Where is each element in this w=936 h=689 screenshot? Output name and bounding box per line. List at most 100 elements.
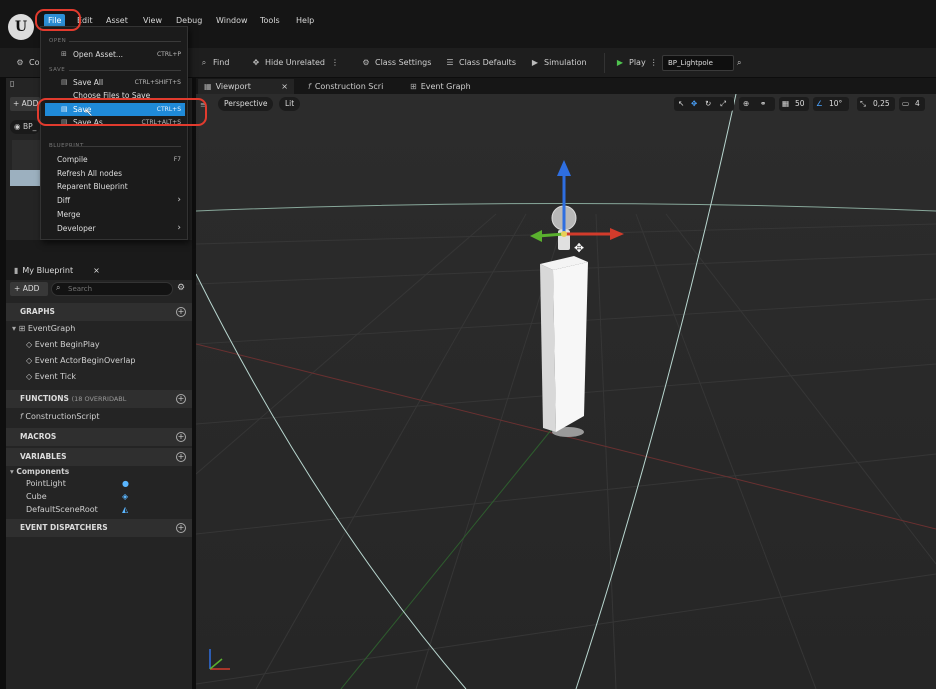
hide-unrelated-button[interactable]: ✥ Hide Unrelated ⋮ (250, 55, 339, 71)
components-search[interactable]: ◉ BP_ (10, 120, 40, 134)
menu-tools[interactable]: Tools (256, 14, 284, 28)
highlight-ring-save (37, 98, 207, 126)
play-icon: ▶ (616, 58, 624, 67)
more-options-icon[interactable]: ⋮ (331, 58, 339, 67)
settings-gear-icon[interactable]: ⚙ (177, 283, 185, 293)
compile-label: Compile (57, 155, 88, 164)
open-section-header: OPEN (49, 38, 183, 44)
merge-label: Merge (57, 210, 81, 219)
tab-viewport[interactable]: ▦ Viewport × (198, 79, 294, 94)
grid-snap-value: 50 (795, 99, 805, 108)
variables-section-header[interactable]: VARIABLES + (6, 448, 192, 466)
play-button[interactable]: ▶ Play ⋮ (614, 55, 658, 71)
var-cube[interactable]: Cube ◈ (26, 490, 136, 504)
play-options-icon[interactable]: ⋮ (650, 58, 658, 67)
add-function-plus-icon[interactable]: + (176, 394, 186, 404)
functions-header-label: FUNCTIONS (20, 394, 69, 403)
gear-icon: ⚙ (362, 58, 370, 67)
menu-item-refresh-nodes[interactable]: Refresh All nodes (45, 167, 185, 180)
my-blueprint-add-button[interactable]: + ADD (10, 282, 48, 296)
move-icon[interactable]: ✥ (691, 98, 697, 110)
book-icon: ▮ (14, 266, 19, 275)
find-button[interactable]: ⌕ Find (198, 55, 230, 71)
var-defaultsceneroot[interactable]: DefaultSceneRoot ◭ (26, 503, 136, 517)
menu-window[interactable]: Window (212, 14, 252, 28)
macros-section-header[interactable]: MACROS + (6, 428, 192, 446)
class-defaults-button[interactable]: ☰ Class Defaults (444, 55, 516, 71)
chevron-down-icon: ▾ (10, 467, 14, 476)
tab-event-graph[interactable]: ⊞ Event Graph (404, 79, 490, 94)
world-local-icon[interactable]: ⊕ (743, 98, 749, 110)
tree-event-graph[interactable]: ▾ ⊞ EventGraph (12, 322, 75, 336)
add-variable-plus-icon[interactable]: + (176, 452, 186, 462)
menu-item-open-asset[interactable]: ⊞ Open Asset... CTRL+P (45, 48, 185, 61)
tree-event-beginplay[interactable]: ◇ Event BeginPlay (26, 338, 100, 352)
components-tab-icon: ▯ (10, 79, 15, 88)
menu-item-merge[interactable]: Merge (45, 208, 185, 221)
simulation-label: Simulation (544, 58, 587, 67)
scale-icon[interactable]: ⤢ (720, 98, 726, 110)
lit-dropdown[interactable]: Lit (279, 97, 301, 111)
unreal-logo-icon[interactable]: U (8, 14, 34, 40)
tree-construction-script[interactable]: f ConstructionScript (20, 410, 100, 424)
rotation-snap-value: 10° (829, 99, 843, 108)
save-section-header: SAVE (49, 67, 184, 73)
cube-icon: ◈ (122, 492, 129, 501)
chevron-right-icon: › (177, 195, 181, 205)
select-cursor-icon[interactable]: ↖ (678, 98, 684, 110)
variables-header-label: VARIABLES (20, 452, 67, 461)
add-graph-plus-icon[interactable]: + (176, 307, 186, 317)
compile-button[interactable]: ⚙ Co (14, 55, 39, 71)
tree-event-actorbeginoverlap[interactable]: ◇ Event ActorBeginOverlap (26, 354, 135, 368)
graphs-section-header[interactable]: GRAPHS + (6, 303, 192, 321)
simulation-button[interactable]: ▶ Simulation (529, 55, 587, 71)
class-settings-label: Class Settings (375, 58, 432, 67)
find-label: Find (213, 58, 230, 67)
add-macro-plus-icon[interactable]: + (176, 432, 186, 442)
save-all-shortcut: CTRL+SHIFT+S (134, 79, 181, 86)
construction-script-label: ConstructionScript (25, 412, 100, 421)
blueprint-debug-select[interactable]: BP_Lightpole (662, 55, 734, 71)
browse-search-icon[interactable]: ⌕ (737, 55, 741, 71)
menu-item-reparent[interactable]: Reparent Blueprint (45, 180, 185, 193)
menu-item-save-all[interactable]: ▤ Save All CTRL+SHIFT+S (45, 76, 185, 89)
components-add-button[interactable]: + ADD (10, 97, 40, 111)
play-label: Play (629, 58, 646, 67)
event-beginplay-label: Event BeginPlay (34, 340, 100, 349)
refresh-nodes-label: Refresh All nodes (57, 169, 123, 178)
hide-unrelated-icon: ✥ (252, 58, 260, 67)
component-tree-selected-row[interactable] (10, 170, 40, 186)
tree-event-tick[interactable]: ◇ Event Tick (26, 370, 76, 384)
menu-item-developer[interactable]: Developer › (45, 222, 185, 235)
menu-item-diff[interactable]: Diff › (45, 194, 185, 207)
dispatchers-section-header[interactable]: EVENT DISPATCHERS + (6, 519, 192, 537)
functions-section-header[interactable]: FUNCTIONS (18 OVERRIDABL + (6, 390, 192, 408)
find-icon: ⌕ (201, 58, 207, 67)
add-dispatcher-plus-icon[interactable]: + (176, 523, 186, 533)
tab-construction-script[interactable]: f Construction Scri (302, 79, 398, 94)
tab-event-graph-label: Event Graph (420, 82, 471, 91)
reparent-label: Reparent Blueprint (57, 182, 128, 191)
event-diamond-icon: ◇ (26, 340, 33, 349)
graph-icon: ⊞ (18, 324, 26, 333)
surface-snap-icon[interactable]: ⚭ (760, 98, 766, 110)
perspective-dropdown[interactable]: Perspective (218, 97, 274, 111)
pin-icon: ● (122, 479, 129, 488)
close-icon[interactable]: × (281, 79, 288, 94)
my-blueprint-search-input[interactable] (51, 282, 173, 296)
tab-my-blueprint[interactable]: ▮ My Blueprint × (14, 263, 100, 279)
class-defaults-label: Class Defaults (459, 58, 516, 67)
plus-icon: + (14, 284, 21, 293)
menu-help[interactable]: Help (292, 14, 318, 28)
viewport-3d[interactable]: ✥ (196, 94, 936, 689)
menu-item-compile[interactable]: Compile F7 (45, 153, 185, 166)
open-asset-shortcut: CTRL+P (156, 51, 181, 58)
rotate-icon[interactable]: ↻ (705, 98, 711, 110)
viewport-scene: ✥ (196, 94, 936, 689)
dispatchers-header-label: EVENT DISPATCHERS (20, 523, 108, 532)
camera-speed-value: 4 (915, 99, 920, 108)
var-pointlight[interactable]: PointLight ● (26, 477, 136, 491)
class-settings-button[interactable]: ⚙ Class Settings (360, 55, 431, 71)
scale-snap-value: 0,25 (873, 99, 890, 108)
close-icon[interactable]: × (93, 266, 100, 275)
